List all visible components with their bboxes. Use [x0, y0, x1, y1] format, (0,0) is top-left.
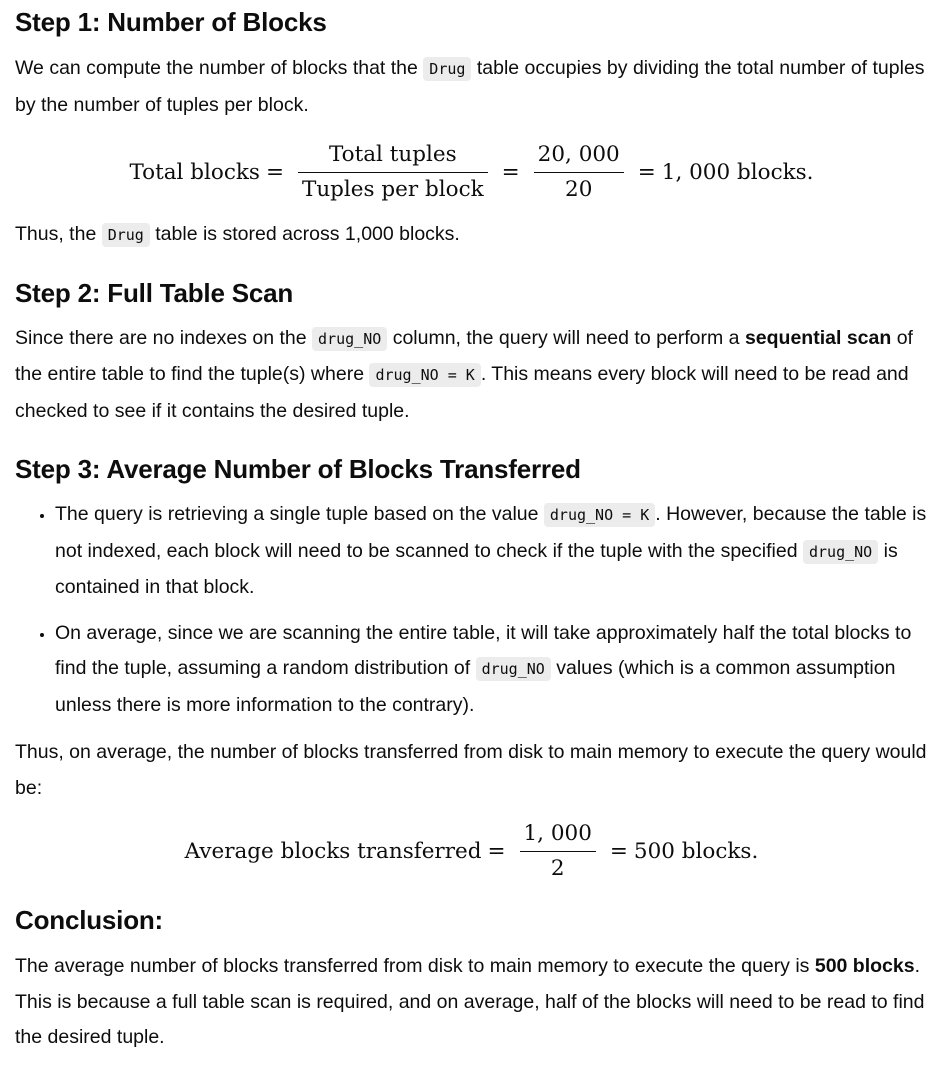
equation-lhs: Average blocks transferred [184, 838, 482, 864]
fraction-denominator: 2 [519, 850, 596, 884]
bold-500-blocks: 500 blocks [814, 955, 915, 977]
step3-paragraph: Thus, on average, the number of blocks t… [15, 741, 927, 799]
fraction-half: 1, 000 2 [519, 819, 596, 884]
conclusion-paragraph: The average number of blocks transferred… [15, 955, 925, 1048]
equals-sign: = [637, 159, 656, 185]
inline-code-drug-no: drug_NO [802, 539, 879, 564]
fraction-denominator: Tuples per block [297, 171, 488, 205]
fraction-values: 20, 000 20 [533, 140, 624, 205]
step2-paragraph: Since there are no indexes on the drug_N… [15, 326, 913, 422]
answer-content: Step 1: Number of Blocks We can compute … [0, 0, 948, 1056]
total-blocks-equation: Total blocks = Total tuples Tuples per b… [15, 141, 928, 203]
step1-paragraph: We can compute the number of blocks that… [15, 57, 925, 116]
bold-sequential-scan: sequential scan [744, 326, 892, 349]
inline-code-drug-no: drug_NO [312, 326, 388, 351]
fraction-numerator: 1, 000 [523, 820, 592, 846]
step1-heading: Step 1: Number of Blocks [15, 7, 327, 37]
inline-code-drug: Drug [423, 57, 472, 81]
inline-code-drug-no-eq-k: drug_NO = K [369, 363, 481, 387]
equals-sign: = [487, 838, 506, 864]
step3-heading: Step 3: Average Number of Blocks Transfe… [15, 454, 581, 484]
fraction-numerator: Total tuples [328, 141, 457, 167]
inline-code-drug-no: drug_NO [475, 657, 551, 681]
list-item: The query is retrieving a single tuple b… [55, 497, 928, 606]
equation-lhs: Total blocks [129, 159, 260, 185]
equals-sign: = [501, 159, 520, 185]
inline-code-drug: Drug [101, 223, 150, 247]
average-blocks-equation: Average blocks transferred = 1, 000 2 = … [15, 820, 928, 882]
list-item: On average, since we are scanning the en… [55, 616, 928, 724]
equation-rhs: 500 blocks. [633, 838, 759, 864]
equation-rhs: 1, 000 blocks. [661, 159, 814, 185]
equals-sign: = [265, 159, 284, 185]
equals-sign: = [609, 838, 628, 864]
fraction-numerator: 20, 000 [537, 141, 620, 167]
conclusion-heading: Conclusion: [15, 905, 164, 935]
step3-bullet-list: The query is retrieving a single tuple b… [15, 497, 928, 723]
inline-code-drug-no-eq-k: drug_NO = K [543, 503, 656, 527]
fraction-tuples: Total tuples Tuples per block [297, 140, 488, 205]
step2-heading: Step 2: Full Table Scan [15, 277, 294, 308]
fraction-denominator: 20 [533, 171, 624, 205]
step1-conclusion-paragraph: Thus, the Drug table is stored across 1,… [15, 223, 460, 247]
